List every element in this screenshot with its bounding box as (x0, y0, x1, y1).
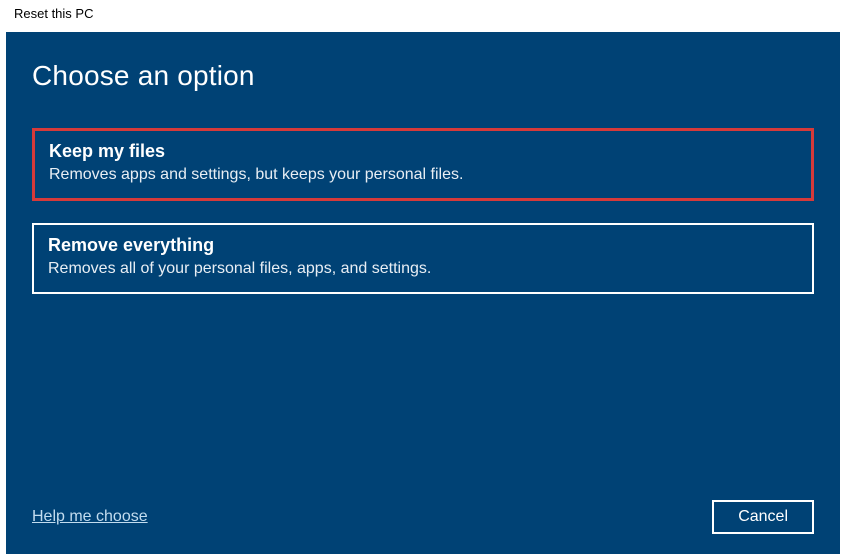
option-title: Keep my files (49, 141, 797, 162)
dialog-footer: Help me choose Cancel (32, 500, 814, 534)
option-remove-everything[interactable]: Remove everything Removes all of your pe… (32, 223, 814, 294)
page-title: Choose an option (32, 60, 814, 92)
window-titlebar: Reset this PC (0, 0, 846, 32)
cancel-button[interactable]: Cancel (712, 500, 814, 534)
option-description: Removes all of your personal files, apps… (48, 260, 798, 278)
help-me-choose-link[interactable]: Help me choose (32, 508, 148, 526)
reset-dialog: Choose an option Keep my files Removes a… (6, 32, 840, 554)
option-description: Removes apps and settings, but keeps you… (49, 166, 797, 184)
options-list: Keep my files Removes apps and settings,… (32, 128, 814, 294)
option-title: Remove everything (48, 235, 798, 256)
window-title: Reset this PC (14, 6, 93, 21)
option-keep-my-files[interactable]: Keep my files Removes apps and settings,… (32, 128, 814, 201)
